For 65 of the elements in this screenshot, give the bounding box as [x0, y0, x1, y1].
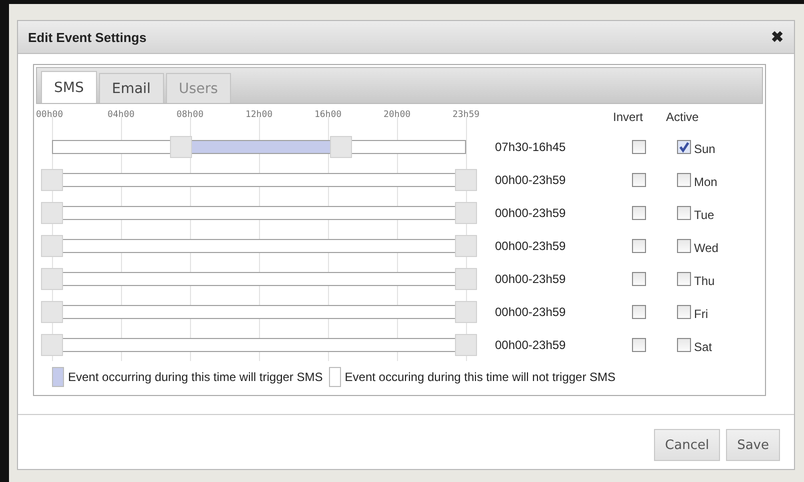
time-range-text: 00h00-23h59 [494, 172, 567, 186]
slider-handle[interactable] [41, 234, 63, 256]
time-range-slider[interactable] [41, 300, 477, 322]
slider-handle[interactable] [455, 168, 477, 190]
slider-handle[interactable] [455, 202, 477, 224]
invert-checkbox[interactable] [632, 140, 646, 154]
day-label: Sat [694, 340, 712, 354]
slider-handle[interactable] [41, 300, 63, 322]
invert-checkbox[interactable] [632, 238, 646, 252]
slider-handle[interactable] [330, 136, 352, 158]
day-label: Mon [694, 174, 718, 188]
slider-handle[interactable] [41, 334, 63, 356]
slider-handle[interactable] [455, 268, 477, 290]
active-checkbox[interactable] [677, 338, 691, 352]
time-range-text: 07h30-16h45 [494, 140, 567, 154]
column-header: Invert [612, 110, 644, 124]
slider-handle[interactable] [455, 300, 477, 322]
day-label: Tue [694, 208, 714, 222]
tab[interactable]: Email [98, 73, 164, 103]
active-checkbox[interactable] [677, 238, 691, 252]
column-header: Active [665, 110, 700, 124]
time-range-slider[interactable] [41, 268, 477, 290]
tab[interactable]: SMS [41, 71, 97, 103]
day-label: Fri [694, 306, 708, 320]
time-axis-label: 12h00 [245, 110, 273, 120]
slider-handle[interactable] [455, 234, 477, 256]
time-range-slider[interactable] [41, 168, 477, 190]
time-range-text: 00h00-23h59 [494, 304, 567, 318]
time-axis-label: 00h00 [36, 110, 64, 120]
dialog-title: Edit Event Settings [28, 30, 146, 44]
day-label: Sun [694, 142, 716, 156]
close-button[interactable]: ✖ [771, 28, 784, 46]
time-range-slider[interactable] [41, 202, 477, 224]
day-label: Wed [694, 240, 718, 254]
slider-handle[interactable] [455, 334, 477, 356]
invert-checkbox[interactable] [632, 304, 646, 318]
slider-handle[interactable] [170, 136, 192, 158]
invert-checkbox[interactable] [632, 172, 646, 186]
slider-handle[interactable] [41, 168, 63, 190]
dialog-button[interactable]: Save [726, 429, 780, 461]
time-axis-label: 08h00 [176, 110, 204, 120]
time-axis-label: 20h00 [383, 110, 411, 120]
dialog-button[interactable]: Cancel [654, 429, 720, 461]
time-axis-label: 23h59 [452, 110, 480, 120]
time-range-text: 00h00-23h59 [494, 272, 567, 286]
time-range-text: 00h00-23h59 [494, 206, 567, 220]
invert-checkbox[interactable] [632, 206, 646, 220]
time-axis-label: 04h00 [107, 110, 135, 120]
active-checkbox[interactable] [677, 172, 691, 186]
active-checkbox[interactable] [677, 272, 691, 286]
invert-checkbox[interactable] [632, 338, 646, 352]
active-checkbox[interactable] [677, 140, 691, 154]
legend-text: Event occurring during this time will trigger SMS [68, 370, 323, 384]
time-range-slider[interactable] [41, 234, 477, 256]
slider-handle[interactable] [41, 202, 63, 224]
active-checkbox[interactable] [677, 304, 691, 318]
active-checkbox[interactable] [677, 206, 691, 220]
time-range-slider[interactable] [41, 334, 477, 356]
time-range-text: 00h00-23h59 [494, 338, 567, 352]
slider-handle[interactable] [41, 268, 63, 290]
time-axis-label: 16h00 [314, 110, 342, 120]
time-range-text: 00h00-23h59 [494, 238, 567, 252]
legend-text: Event occuring during this time will not trigger SMS [344, 370, 616, 384]
day-label: Thu [694, 274, 715, 288]
invert-checkbox[interactable] [632, 272, 646, 286]
